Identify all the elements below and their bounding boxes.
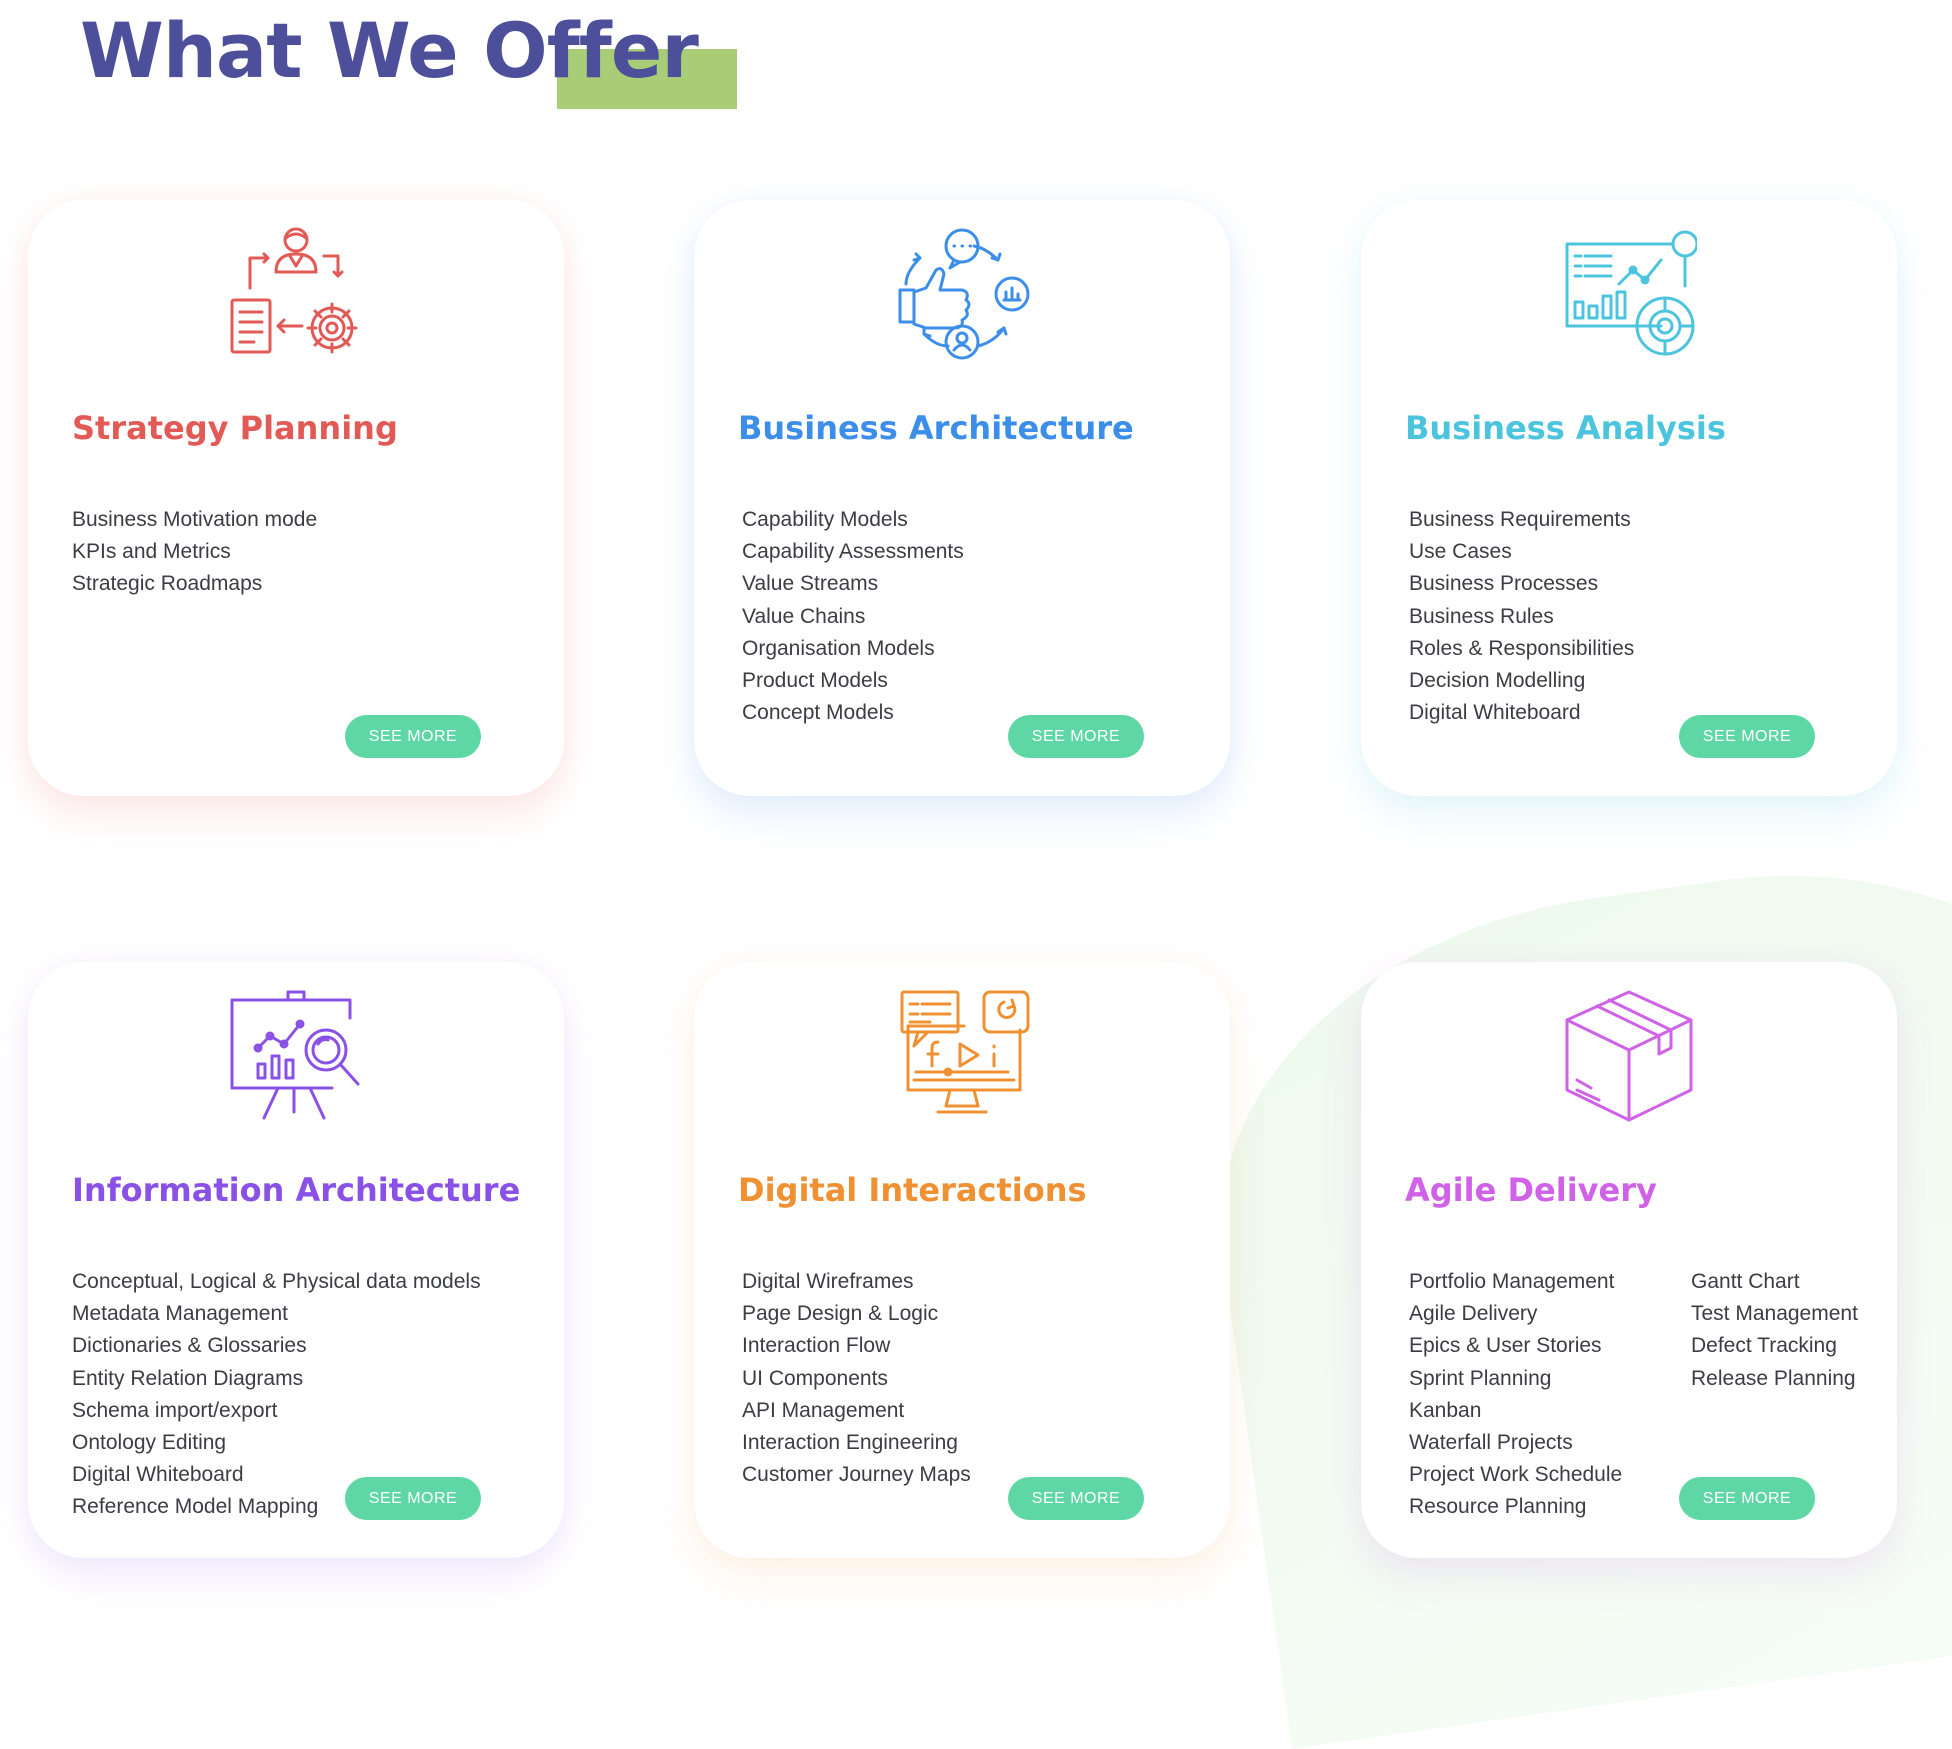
card-business-architecture: Business Architecture Capability Models … <box>694 200 1230 796</box>
card-business-analysis: Business Analysis Business Requirements … <box>1361 200 1897 796</box>
service-list: Portfolio Management Agile Delivery Epic… <box>1409 1266 1622 1524</box>
see-more-button[interactable]: SEE MORE <box>1679 715 1815 758</box>
list-item: Decision Modelling <box>1409 669 1586 693</box>
list-item: Sprint Planning <box>1409 1366 1552 1390</box>
list-item: Conceptual, Logical & Physical data mode… <box>72 1270 481 1293</box>
list-item: KPIs and Metrics <box>72 540 231 564</box>
card-information-architecture: Information Architecture Conceptual, Log… <box>28 962 564 1558</box>
see-more-button[interactable]: SEE MORE <box>1008 1477 1144 1520</box>
list-item: Kanban <box>1409 1398 1482 1422</box>
list-item: Portfolio Management <box>1409 1270 1615 1293</box>
list-item: Interaction Engineering <box>742 1431 958 1455</box>
list-item: Concept Models <box>742 701 894 725</box>
list-item: API Management <box>742 1398 905 1422</box>
list-item: Project Work Schedule <box>1409 1463 1623 1487</box>
card-title: Agile Delivery <box>1405 1171 1657 1209</box>
list-item: Organisation Models <box>742 636 935 660</box>
card-title: Information Architecture <box>72 1171 521 1209</box>
business-analysis-icon <box>1561 226 1697 362</box>
list-item: Capability Models <box>742 508 908 531</box>
list-item: Business Rules <box>1409 604 1554 628</box>
list-item: Value Chains <box>742 604 866 628</box>
list-item: Digital Wireframes <box>742 1270 914 1293</box>
service-list: Business Motivation mode KPIs and Metric… <box>72 504 317 601</box>
list-item: Capability Assessments <box>742 540 964 564</box>
list-item: Test Management <box>1691 1302 1858 1326</box>
service-list: Capability Models Capability Assessments… <box>742 504 964 729</box>
list-item: Waterfall Projects <box>1409 1431 1573 1455</box>
page: What We Offer Strategy Planning Business… <box>0 0 1952 1749</box>
list-item: Business Processes <box>1409 572 1599 596</box>
list-item: UI Components <box>742 1366 888 1390</box>
list-item: Value Streams <box>742 572 879 596</box>
service-list: Digital Wireframes Page Design & Logic I… <box>742 1266 971 1491</box>
card-agile-delivery: Agile Delivery Portfolio Management Agil… <box>1361 962 1897 1558</box>
list-item: Resource Planning <box>1409 1495 1587 1519</box>
see-more-button[interactable]: SEE MORE <box>345 715 481 758</box>
card-title: Business Analysis <box>1405 409 1726 447</box>
see-more-button[interactable]: SEE MORE <box>345 1477 481 1520</box>
information-architecture-icon <box>228 988 364 1124</box>
section-header: What We Offer <box>80 6 737 109</box>
card-title: Digital Interactions <box>738 1171 1087 1209</box>
digital-interactions-icon <box>894 988 1030 1124</box>
list-item: Digital Whiteboard <box>1409 701 1581 725</box>
card-strategy-planning: Strategy Planning Business Motivation mo… <box>28 200 564 796</box>
list-item: Page Design & Logic <box>742 1302 939 1326</box>
card-title: Strategy Planning <box>72 409 398 447</box>
agile-delivery-icon <box>1561 988 1697 1124</box>
card-digital-interactions: Digital Interactions Digital Wireframes … <box>694 962 1230 1558</box>
list-item: Schema import/export <box>72 1398 278 1422</box>
list-item: Roles & Responsibilities <box>1409 636 1635 660</box>
list-item: Entity Relation Diagrams <box>72 1366 304 1390</box>
list-item: Product Models <box>742 669 888 693</box>
business-architecture-icon <box>894 226 1030 362</box>
list-item: Business Requirements <box>1409 508 1631 531</box>
service-list: Business Requirements Use Cases Business… <box>1409 504 1634 729</box>
list-item: Use Cases <box>1409 540 1512 564</box>
list-item: Release Planning <box>1691 1366 1856 1390</box>
list-item: Metadata Management <box>72 1302 288 1326</box>
list-item: Epics & User Stories <box>1409 1334 1602 1358</box>
page-title: What We Offer <box>80 6 699 95</box>
service-list-secondary: Gantt Chart Test Management Defect Track… <box>1691 1266 1858 1395</box>
list-item: Agile Delivery <box>1409 1302 1538 1326</box>
see-more-button[interactable]: SEE MORE <box>1679 1477 1815 1520</box>
list-item: Business Motivation mode <box>72 508 318 531</box>
list-item: Strategic Roadmaps <box>72 572 263 596</box>
list-item: Gantt Chart <box>1691 1270 1800 1293</box>
list-item: Dictionaries & Glossaries <box>72 1334 307 1358</box>
list-item: Customer Journey Maps <box>742 1463 971 1487</box>
card-title: Business Architecture <box>738 409 1134 447</box>
list-item: Ontology Editing <box>72 1431 227 1455</box>
see-more-button[interactable]: SEE MORE <box>1008 715 1144 758</box>
list-item: Interaction Flow <box>742 1334 891 1358</box>
strategy-planning-icon <box>228 226 364 362</box>
list-item: Defect Tracking <box>1691 1334 1837 1358</box>
